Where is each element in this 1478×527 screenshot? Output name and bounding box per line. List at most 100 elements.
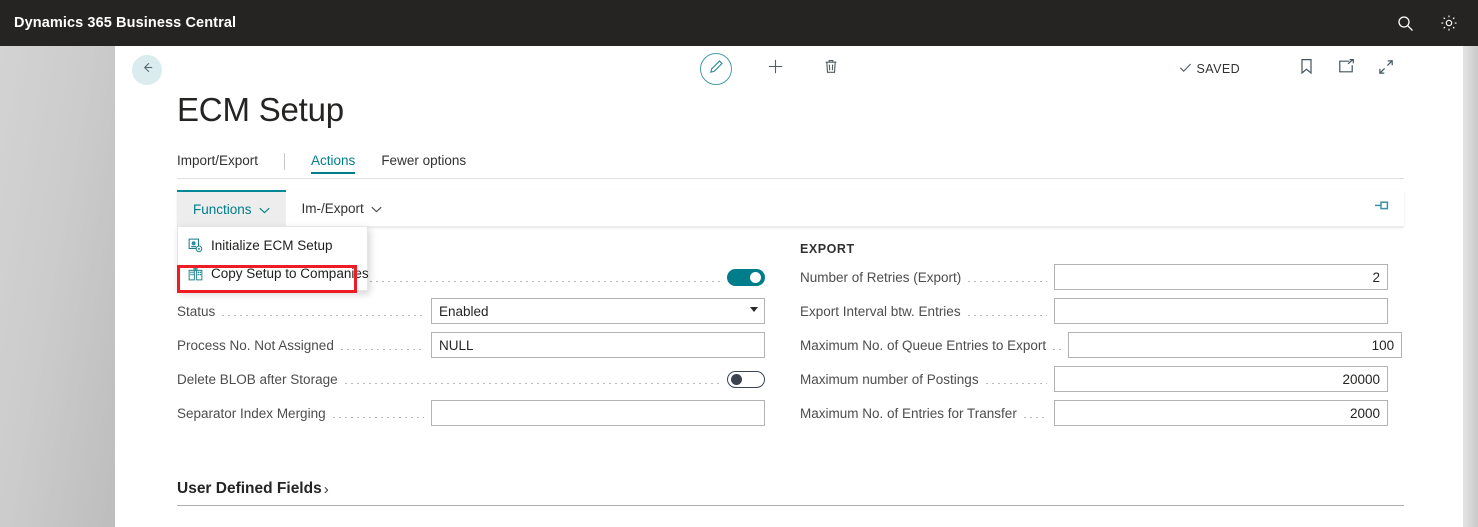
user-defined-fields-toggle[interactable]: User Defined Fields › — [177, 480, 329, 498]
delete-button[interactable] — [818, 56, 844, 82]
form-row-maximum-number-of-postings: Maximum number of Postings — [800, 362, 1388, 396]
form-control-maximum-no-of-queue-entries-to-export — [1068, 332, 1403, 358]
trash-icon — [823, 58, 839, 80]
form-row-maximum-no-of-queue-entries-to-export: Maximum No. of Queue Entries to Export — [800, 328, 1403, 362]
open-in-new-window-icon — [1338, 59, 1355, 79]
search-icon[interactable] — [1394, 12, 1416, 34]
status-badge: SAVED — [1179, 61, 1240, 77]
label-dots — [222, 315, 424, 316]
form-row-status: Status — [177, 294, 765, 328]
form-row-process-no-not-assigned: Process No. Not Assigned — [177, 328, 765, 362]
bookmark-button[interactable] — [1292, 58, 1320, 80]
form-control-maximum-no-of-entries-for-transfer — [1054, 400, 1388, 426]
form-label-separator-index-merging: Separator Index Merging — [177, 405, 326, 421]
page-container: SAVED ECM Setup Import/Export Actions Fe… — [115, 46, 1405, 527]
toggle-knob — [731, 374, 742, 385]
form-label-maximum-number-of-postings: Maximum number of Postings — [800, 371, 979, 387]
status-select-wrap — [431, 298, 765, 324]
menu-item-label: Initialize ECM Setup — [211, 237, 333, 253]
new-button[interactable] — [762, 56, 788, 82]
form-control-maximum-number-of-postings — [1054, 366, 1388, 392]
delete-blob-toggle[interactable] — [727, 370, 765, 388]
form-label-number-of-retries-export: Number of Retries (Export) — [800, 269, 962, 285]
app-bar-actions — [1394, 12, 1460, 34]
form-control-process-no-not-assigned — [431, 332, 765, 358]
form-label-maximum-no-of-queue-entries-to-export: Maximum No. of Queue Entries to Export — [800, 337, 1047, 353]
toggle-knob — [750, 272, 761, 283]
command-bar-right: SAVED — [1179, 58, 1400, 80]
ribbon-button-functions[interactable]: Functions — [177, 190, 286, 226]
app-title: Dynamics 365 Business Central — [14, 15, 237, 31]
form-label-delete-blob-after-storage: Delete BLOB after Storage — [177, 371, 338, 387]
number-of-retries-export-input[interactable] — [1054, 264, 1388, 290]
label-dots — [332, 417, 424, 418]
saved-label: SAVED — [1196, 62, 1240, 76]
user-defined-fields-section: User Defined Fields › — [177, 480, 1404, 506]
form-label-process-no-not-assigned: Process No. Not Assigned — [177, 337, 334, 353]
collapse-arrows-icon — [1378, 59, 1394, 80]
right-gutter-edge — [1463, 46, 1478, 527]
command-bar-center — [700, 53, 844, 85]
label-dots — [344, 383, 720, 384]
page-title: ECM Setup — [177, 91, 344, 128]
nav-tabs: Import/Export Actions Fewer options — [177, 149, 1404, 179]
form-label-export-interval-btw-entries: Export Interval btw. Entries — [800, 303, 961, 319]
left-gutter — [0, 46, 115, 527]
bookmark-icon — [1300, 58, 1313, 80]
label-dots — [968, 281, 1047, 282]
plus-icon — [766, 57, 785, 81]
toggle-top[interactable] — [727, 268, 765, 286]
label-dots — [1053, 349, 1062, 350]
ribbon-im-export-label: Im-/Export — [301, 200, 364, 216]
user-defined-fields-label: User Defined Fields — [177, 480, 322, 497]
export-section-title: EXPORT — [800, 242, 855, 256]
form-control-toggle-top — [727, 268, 765, 286]
ribbon-functions-label: Functions — [193, 201, 252, 217]
pin-icon — [1373, 198, 1390, 218]
process-no-not-assigned-input[interactable] — [431, 332, 765, 358]
nav-tab-fewer-options[interactable]: Fewer options — [381, 153, 466, 174]
gear-icon[interactable] — [1438, 12, 1460, 34]
label-dots — [340, 349, 424, 350]
copy-to-companies-icon — [187, 265, 203, 281]
arrow-left-icon — [140, 60, 155, 80]
separator-index-merging-input[interactable] — [431, 400, 765, 426]
pencil-icon — [709, 59, 724, 79]
form-row-delete-blob-after-storage: Delete BLOB after Storage — [177, 362, 765, 396]
maximum-no-of-entries-for-transfer-input[interactable] — [1054, 400, 1388, 426]
nav-divider — [284, 153, 286, 170]
status-select[interactable] — [431, 298, 765, 324]
nav-tab-import-export[interactable]: Import/Export — [177, 153, 258, 174]
menu-item-copy-setup-to-companies[interactable]: Copy Setup to Companies — [178, 259, 369, 287]
back-button[interactable] — [132, 55, 162, 85]
menu-item-label: Copy Setup to Companies — [211, 265, 369, 281]
label-dots — [967, 315, 1047, 316]
initialize-setup-icon — [187, 237, 203, 253]
form-row-separator-index-merging: Separator Index Merging — [177, 396, 765, 430]
open-in-new-window-button[interactable] — [1332, 58, 1360, 80]
chevron-down-icon — [258, 202, 270, 217]
form-column-right: EXPORT Number of Retries (Export) Export… — [800, 242, 1403, 430]
form-row-maximum-no-of-entries-for-transfer: Maximum No. of Entries for Transfer — [800, 396, 1388, 430]
app-bar: Dynamics 365 Business Central — [0, 0, 1478, 46]
actions-ribbon: Functions Im-/Export — [177, 190, 1404, 227]
chevron-right-icon: › — [323, 480, 329, 498]
form-control-delete-blob-after-storage — [727, 370, 765, 388]
form-label-maximum-no-of-entries-for-transfer: Maximum No. of Entries for Transfer — [800, 405, 1017, 421]
menu-item-initialize-ecm-setup[interactable]: Initialize ECM Setup — [178, 231, 367, 259]
form-control-separator-index-merging — [431, 400, 765, 426]
functions-dropdown-menu: Initialize ECM Setup Copy Setup to Compa… — [177, 226, 369, 291]
chevron-down-icon — [371, 201, 382, 216]
nav-tab-actions[interactable]: Actions — [311, 153, 356, 174]
check-icon — [1179, 61, 1192, 77]
pin-ribbon-button[interactable] — [1373, 198, 1390, 218]
collapse-button[interactable] — [1372, 58, 1400, 80]
label-dots — [985, 383, 1047, 384]
edit-button[interactable] — [700, 53, 732, 85]
ribbon-button-im-export[interactable]: Im-/Export — [286, 190, 398, 226]
maximum-number-of-postings-input[interactable] — [1054, 366, 1388, 392]
form-control-export-interval-btw-entries — [1054, 298, 1388, 324]
export-interval-btw-entries-input[interactable] — [1054, 298, 1388, 324]
form-row-export-interval-btw-entries: Export Interval btw. Entries — [800, 294, 1388, 328]
maximum-no-of-queue-entries-to-export-input[interactable] — [1068, 332, 1403, 358]
